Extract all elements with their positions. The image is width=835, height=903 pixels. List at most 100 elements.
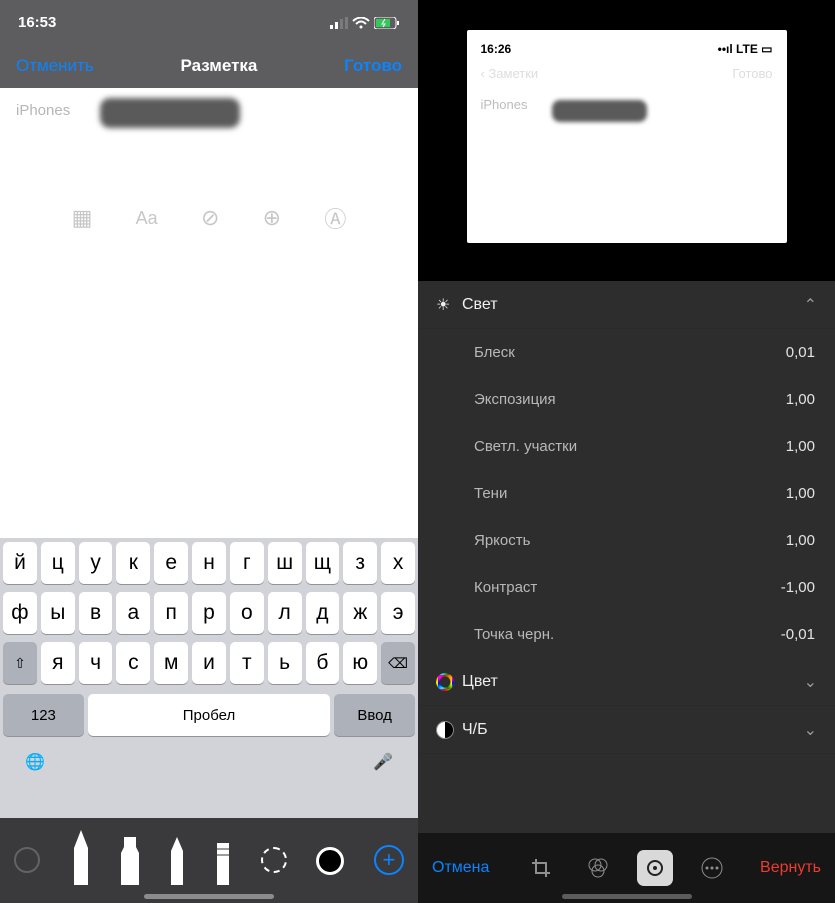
notes-format-bar: ▦ Aa ⊘ ⊕ Ⓐ: [0, 198, 418, 238]
key[interactable]: д: [306, 592, 340, 634]
key[interactable]: с: [116, 642, 150, 684]
pen-tool[interactable]: [70, 830, 92, 885]
key[interactable]: б: [306, 642, 340, 684]
mic-icon[interactable]: 🎤: [373, 752, 393, 772]
globe-icon[interactable]: 🌐: [25, 752, 45, 772]
key[interactable]: в: [79, 592, 113, 634]
status-bar: 16:53: [0, 0, 418, 44]
preview-image[interactable]: 16:26 ••ıl LTE ▭ ‹ Заметки Готово iPhone…: [467, 30, 787, 243]
section-color[interactable]: Цвет ⌄: [418, 658, 835, 706]
battery-icon: [374, 17, 400, 29]
key[interactable]: р: [192, 592, 226, 634]
key[interactable]: э: [381, 592, 415, 634]
key[interactable]: м: [154, 642, 188, 684]
adjust-row[interactable]: Точка черн.-0,01: [418, 611, 835, 658]
key[interactable]: ш: [268, 542, 302, 584]
keyboard-row-3: ⇧ я ч с м и т ь б ю ⌫: [0, 638, 418, 688]
signal-icon: [330, 17, 348, 29]
key[interactable]: п: [154, 592, 188, 634]
key[interactable]: ч: [79, 642, 113, 684]
done-button[interactable]: Готово: [344, 56, 402, 76]
eraser-tool[interactable]: [215, 830, 231, 885]
bw-icon: [436, 721, 462, 739]
key[interactable]: н: [192, 542, 226, 584]
key[interactable]: е: [154, 542, 188, 584]
key[interactable]: т: [230, 642, 264, 684]
key[interactable]: о: [230, 592, 264, 634]
cancel-button[interactable]: Отмена: [432, 859, 512, 877]
chevron-down-icon: ⌄: [804, 672, 817, 692]
adjust-row[interactable]: Светл. участки1,00: [418, 423, 835, 470]
page-title: Разметка: [94, 56, 344, 76]
handwriting-icon[interactable]: Ⓐ: [324, 202, 346, 234]
backspace-key[interactable]: ⌫: [381, 642, 415, 684]
add-icon[interactable]: ⊕: [263, 205, 281, 231]
table-icon[interactable]: ▦: [72, 205, 93, 231]
adjust-row[interactable]: Контраст-1,00: [418, 564, 835, 611]
add-shape-button[interactable]: +: [374, 830, 404, 885]
key[interactable]: щ: [306, 542, 340, 584]
adjust-row[interactable]: Блеск0,01: [418, 329, 835, 376]
adjust-row[interactable]: Экспозиция1,00: [418, 376, 835, 423]
home-indicator: [562, 894, 692, 899]
light-icon: ☀: [436, 295, 462, 315]
key[interactable]: ц: [41, 542, 75, 584]
keyboard-row-4: 123 Пробел Ввод: [0, 688, 418, 742]
status-time: 16:53: [18, 14, 56, 31]
key[interactable]: ю: [343, 642, 377, 684]
key[interactable]: ы: [41, 592, 75, 634]
adjust-row[interactable]: Тени1,00: [418, 470, 835, 517]
key[interactable]: ф: [3, 592, 37, 634]
text-format-icon[interactable]: Aa: [136, 208, 158, 229]
preview-time: 16:26: [481, 42, 512, 56]
key[interactable]: и: [192, 642, 226, 684]
crop-button[interactable]: [512, 857, 569, 879]
markup-toolbar: +: [0, 818, 418, 903]
preview-signal: ••ıl LTE ▭: [718, 42, 773, 56]
section-bw[interactable]: Ч/Б ⌄: [418, 706, 835, 754]
enter-key[interactable]: Ввод: [334, 694, 415, 736]
preview-back: ‹ Заметки: [481, 66, 539, 81]
keyboard-row-1: й ц у к е н г ш щ з х: [0, 538, 418, 588]
preview-scribble: [552, 100, 647, 122]
marker-tool[interactable]: [121, 830, 139, 885]
lasso-tool[interactable]: [261, 830, 287, 885]
adjust-panel: ☀ Свет ⌃ Блеск0,01 Экспозиция1,00 Светл.…: [418, 281, 835, 833]
markup-canvas[interactable]: iPhones ▦ Aa ⊘ ⊕ Ⓐ: [0, 88, 418, 538]
keyboard-row-2: ф ы в а п р о л д ж э: [0, 588, 418, 638]
pencil-tool[interactable]: [169, 830, 185, 885]
preview-area: 16:26 ••ıl LTE ▭ ‹ Заметки Готово iPhone…: [418, 0, 835, 281]
key[interactable]: ж: [343, 592, 377, 634]
status-icons: [330, 14, 400, 31]
note-text: iPhones: [16, 102, 70, 119]
undo-button[interactable]: [14, 830, 40, 885]
nav-bar: Отменить Разметка Готово: [0, 44, 418, 88]
key[interactable]: г: [230, 542, 264, 584]
shift-key[interactable]: ⇧: [3, 642, 37, 684]
preview-done: Готово: [732, 66, 772, 81]
key[interactable]: ь: [268, 642, 302, 684]
space-key[interactable]: Пробел: [88, 694, 330, 736]
color-picker[interactable]: [316, 830, 344, 885]
key[interactable]: л: [268, 592, 302, 634]
markup-screen: 16:53 Отменить Разметка Готово iPhones ▦…: [0, 0, 418, 903]
keyboard-footer: 🌐 🎤: [0, 742, 418, 782]
adjust-row[interactable]: Яркость1,00: [418, 517, 835, 564]
revert-button[interactable]: Вернуть: [741, 859, 821, 877]
checklist-icon[interactable]: ⊘: [201, 205, 219, 231]
key[interactable]: й: [3, 542, 37, 584]
key[interactable]: к: [116, 542, 150, 584]
section-light[interactable]: ☀ Свет ⌃: [418, 281, 835, 329]
key[interactable]: у: [79, 542, 113, 584]
more-button[interactable]: [684, 856, 741, 880]
filters-button[interactable]: [569, 856, 626, 880]
adjust-button[interactable]: [627, 850, 684, 886]
key[interactable]: я: [41, 642, 75, 684]
edit-toolbar: Отмена Вернуть: [418, 833, 835, 903]
numbers-key[interactable]: 123: [3, 694, 84, 736]
key[interactable]: з: [343, 542, 377, 584]
key[interactable]: а: [116, 592, 150, 634]
keyboard: й ц у к е н г ш щ з х ф ы в а п р о л д …: [0, 538, 418, 818]
cancel-button[interactable]: Отменить: [16, 56, 94, 76]
key[interactable]: х: [381, 542, 415, 584]
